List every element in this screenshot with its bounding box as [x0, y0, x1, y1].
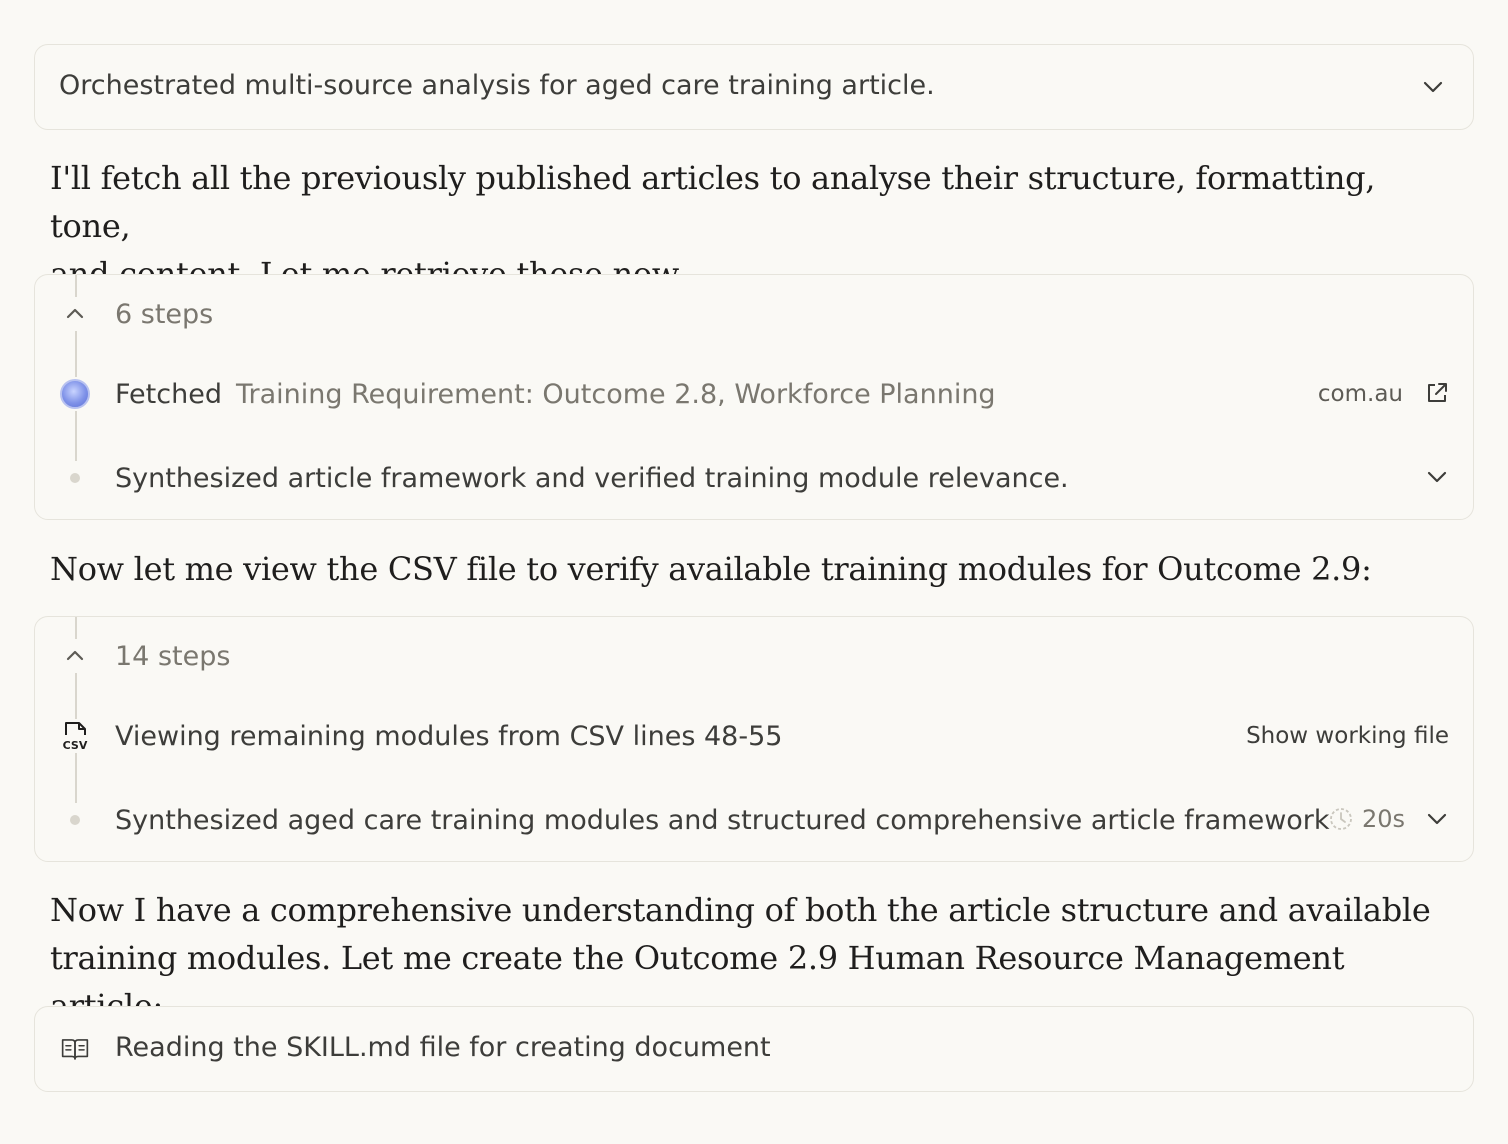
steps-count: 6 steps — [115, 299, 214, 330]
fetch-step[interactable]: Fetched Training Requirement: Outcome 2.8… — [35, 369, 1473, 417]
thinking-summary-text: Orchestrated multi-source analysis for a… — [59, 70, 935, 101]
book-open-icon — [61, 1035, 95, 1065]
fetch-step-text: Fetched Training Requirement: Outcome 2.8… — [115, 379, 996, 410]
csv-file-icon: CSV — [57, 719, 93, 753]
skill-reading-text: Reading the SKILL.md file for creating d… — [115, 1032, 771, 1063]
svg-text:CSV: CSV — [63, 739, 88, 752]
message-line: Now I have a comprehensive understanding… — [50, 891, 1431, 929]
chevron-down-icon[interactable] — [1423, 463, 1451, 491]
chat-transcript: Orchestrated multi-source analysis for a… — [0, 0, 1508, 1144]
show-working-file-button[interactable]: Show working file — [1246, 723, 1449, 749]
final-step-2[interactable]: Synthesized aged care training modules a… — [35, 795, 1473, 843]
chevron-up-icon — [57, 639, 93, 673]
steps-group-2: 14 steps CSV Viewing remaining modules f… — [34, 616, 1474, 862]
chevron-down-icon[interactable] — [1419, 73, 1447, 101]
assistant-message-2: Now let me view the CSV file to verify a… — [50, 545, 1450, 593]
clock-icon — [1327, 805, 1355, 833]
chevron-down-icon[interactable] — [1423, 805, 1451, 833]
fetched-title: Training Requirement: Outcome 2.8, Workf… — [235, 379, 996, 410]
steps-toggle[interactable]: 14 steps — [35, 631, 1473, 679]
fetched-label: Fetched — [115, 379, 222, 410]
step-dot — [57, 803, 93, 837]
view-csv-text: Viewing remaining modules from CSV lines… — [115, 721, 783, 752]
message-line: Now let me view the CSV file to verify a… — [50, 550, 1372, 588]
step-dot — [57, 461, 93, 495]
globe-icon — [57, 377, 93, 411]
duration-label: 20s — [1361, 805, 1405, 833]
source-domain: com.au — [1317, 381, 1403, 407]
steps-toggle[interactable]: 6 steps — [35, 289, 1473, 337]
external-link-icon[interactable] — [1423, 379, 1451, 407]
chevron-up-icon — [57, 297, 93, 331]
steps-count: 14 steps — [115, 641, 231, 672]
final-step-text: Synthesized aged care training modules a… — [115, 805, 1330, 836]
message-line: I'll fetch all the previously published … — [50, 159, 1376, 245]
steps-group-1: 6 steps Fetched Training Requirement: Out… — [34, 274, 1474, 520]
thinking-summary-card[interactable]: Orchestrated multi-source analysis for a… — [34, 44, 1474, 130]
final-step-1[interactable]: Synthesized article framework and verifi… — [35, 453, 1473, 501]
final-step-text: Synthesized article framework and verifi… — [115, 463, 1069, 494]
skill-reading-card[interactable]: Reading the SKILL.md file for creating d… — [34, 1006, 1474, 1092]
view-csv-step[interactable]: CSV Viewing remaining modules from CSV l… — [35, 711, 1473, 759]
